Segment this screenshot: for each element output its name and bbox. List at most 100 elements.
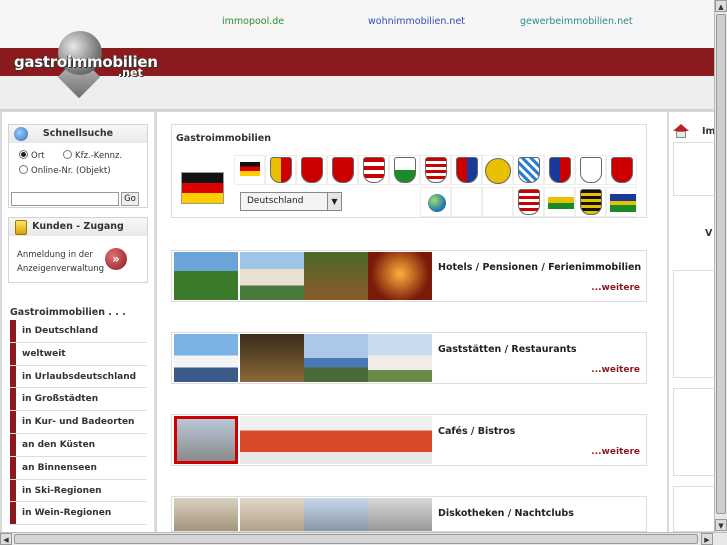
thumb-cafe-4[interactable]: [368, 416, 432, 464]
nav-item-urlaubsdeutschland[interactable]: in Urlaubsdeutschland: [10, 365, 147, 389]
brandenburg-crest-icon[interactable]: [611, 157, 633, 183]
nav-item-weltweit[interactable]: weltweit: [10, 342, 147, 366]
right-box-4: [673, 486, 715, 532]
saarland-crest-icon[interactable]: [549, 157, 571, 183]
radio-ort[interactable]: Ort: [19, 150, 45, 161]
link-wohnimmobilien[interactable]: wohnimmobilien.net: [368, 16, 465, 27]
category-restaurants[interactable]: Gaststätten / Restaurants ...weitere: [171, 332, 647, 384]
nrw-crest-icon[interactable]: [394, 157, 416, 183]
thumb-hotel-3[interactable]: [304, 252, 368, 300]
nav-item-wein-regionen[interactable]: in Wein-Regionen: [10, 502, 147, 526]
berlin-crest-icon[interactable]: [580, 157, 602, 183]
scroll-up-icon[interactable]: ▲: [715, 0, 727, 12]
nav-item-deutschland[interactable]: in Deutschland: [10, 320, 147, 343]
category-title[interactable]: Diskotheken / Nachtclubs: [438, 508, 574, 519]
quick-search-header: Schnellsuche: [9, 125, 147, 143]
nav-item-grossstaedte[interactable]: in Großstädten: [10, 388, 147, 412]
radio-ort-button[interactable]: [19, 150, 28, 159]
right-box-3: [673, 388, 715, 476]
thumb-hotel-4[interactable]: [368, 252, 432, 300]
niedersachsen-crest-icon[interactable]: [332, 157, 354, 183]
thumb-restaurant-1[interactable]: [174, 334, 238, 382]
right-column: Im V: [669, 112, 715, 532]
category-hotels[interactable]: Hotels / Pensionen / Ferienimmobilien ..…: [171, 250, 647, 302]
login-link[interactable]: Anmeldung in der Anzeigenverwaltung: [17, 248, 107, 276]
main-content: Gastroimmobilien Deutschland ▼ Hotels / …: [157, 112, 667, 532]
category-title[interactable]: Cafés / Bistros: [438, 426, 515, 437]
germany-flag-icon[interactable]: [181, 172, 224, 204]
thumb-restaurant-4[interactable]: [368, 334, 432, 382]
nav-heading: Gastroimmobilien . . .: [10, 307, 126, 318]
chevron-down-icon[interactable]: ▼: [327, 193, 341, 210]
scroll-left-icon[interactable]: ◀: [0, 533, 12, 545]
radio-online-nr[interactable]: Online-Nr. (Objekt): [19, 165, 111, 176]
region-nav: in Deutschland weltweit in Urlaubsdeutsc…: [10, 320, 147, 526]
logo-tld: .net: [118, 66, 143, 79]
bremen-crest-icon[interactable]: [363, 157, 385, 183]
more-link[interactable]: ...weitere: [591, 283, 640, 293]
thumb-restaurant-2[interactable]: [240, 334, 304, 382]
customer-access-header: Kunden - Zugang: [9, 218, 147, 236]
thumb-cafe-2[interactable]: [240, 416, 304, 464]
search-input[interactable]: [11, 192, 119, 206]
earth-globe-icon[interactable]: [428, 194, 446, 212]
link-gewerbeimmobilien[interactable]: gewerbeimmobilien.net: [520, 16, 633, 27]
thueringen-crest-icon[interactable]: [518, 189, 540, 215]
horizontal-scrollbar[interactable]: ◀ ▶: [0, 532, 727, 545]
scroll-right-icon[interactable]: ▶: [701, 533, 713, 545]
mecklenburg-crest-icon[interactable]: [610, 194, 636, 212]
thumb-restaurant-3[interactable]: [304, 334, 368, 382]
left-sidebar: Schnellsuche Ort Kfz.-Kennz. Online-Nr. …: [2, 112, 155, 532]
more-link[interactable]: ...weitere: [591, 447, 640, 457]
radio-kfz[interactable]: Kfz.-Kennz.: [63, 150, 122, 161]
country-select[interactable]: Deutschland ▼: [240, 192, 342, 211]
hamburg-crest-icon[interactable]: [301, 157, 323, 183]
more-link[interactable]: ...weitere: [591, 365, 640, 375]
sachsen-anhalt-crest-icon[interactable]: [548, 197, 574, 209]
category-title[interactable]: Hotels / Pensionen / Ferienimmobilien: [438, 262, 641, 273]
customer-access-title: Kunden - Zugang: [32, 221, 124, 232]
header-band: [0, 76, 714, 110]
bayern-crest-icon[interactable]: [518, 157, 540, 183]
nav-item-kurorte[interactable]: in Kur- und Badeorten: [10, 411, 147, 434]
category-cafes[interactable]: Cafés / Bistros ...weitere: [171, 414, 647, 466]
sachsen-crest-icon[interactable]: [580, 189, 602, 215]
radio-kfz-button[interactable]: [63, 150, 72, 159]
link-immopool[interactable]: immopool.de: [222, 16, 284, 27]
nav-item-kuesten[interactable]: an den Küsten: [10, 433, 147, 457]
radio-online-nr-label: Online-Nr. (Objekt): [31, 166, 111, 176]
lock-icon: [15, 220, 27, 235]
vertical-scrollbar[interactable]: ▲ ▼: [714, 0, 727, 532]
radio-online-nr-button[interactable]: [19, 165, 28, 174]
schleswig-holstein-crest-icon[interactable]: [270, 157, 292, 183]
scroll-down-icon[interactable]: ▼: [715, 519, 727, 531]
horizontal-scroll-thumb[interactable]: [14, 534, 698, 544]
nav-item-ski-regionen[interactable]: in Ski-Regionen: [10, 479, 147, 503]
right-box-1: [673, 142, 715, 196]
thumb-hotel-1[interactable]: [174, 252, 238, 300]
nav-item-binnenseen[interactable]: an Binnenseen: [10, 456, 147, 480]
baden-wuerttemberg-crest-icon[interactable]: [485, 158, 511, 184]
rheinland-pfalz-crest-icon[interactable]: [456, 157, 478, 183]
login-arrow-button[interactable]: »: [105, 248, 127, 270]
thumb-disco-3[interactable]: [304, 498, 368, 531]
thumb-disco-4[interactable]: [368, 498, 432, 531]
thumb-disco-1[interactable]: [174, 498, 238, 531]
radio-ort-label: Ort: [31, 151, 45, 161]
top-link-bar: immopool.de wohnimmobilien.net gewerbeim…: [0, 0, 714, 48]
thumb-cafe-3[interactable]: [304, 416, 368, 464]
right-box-text: V: [705, 228, 713, 239]
thumb-cafe-1[interactable]: [174, 416, 238, 464]
crest-cell: [234, 155, 265, 185]
thumb-disco-2[interactable]: [240, 498, 304, 531]
vertical-scroll-thumb[interactable]: [716, 14, 726, 514]
small-flag-icon[interactable]: [240, 162, 260, 176]
thumb-hotel-2[interactable]: [240, 252, 304, 300]
quick-search-title: Schnellsuche: [42, 128, 114, 139]
category-diskotheken[interactable]: Diskotheken / Nachtclubs: [171, 496, 647, 532]
go-button[interactable]: Go: [121, 192, 139, 206]
hessen-crest-icon[interactable]: [425, 157, 447, 183]
country-box: Gastroimmobilien Deutschland ▼: [171, 124, 647, 218]
category-title[interactable]: Gaststätten / Restaurants: [438, 344, 577, 355]
magnifier-icon: [14, 127, 28, 141]
